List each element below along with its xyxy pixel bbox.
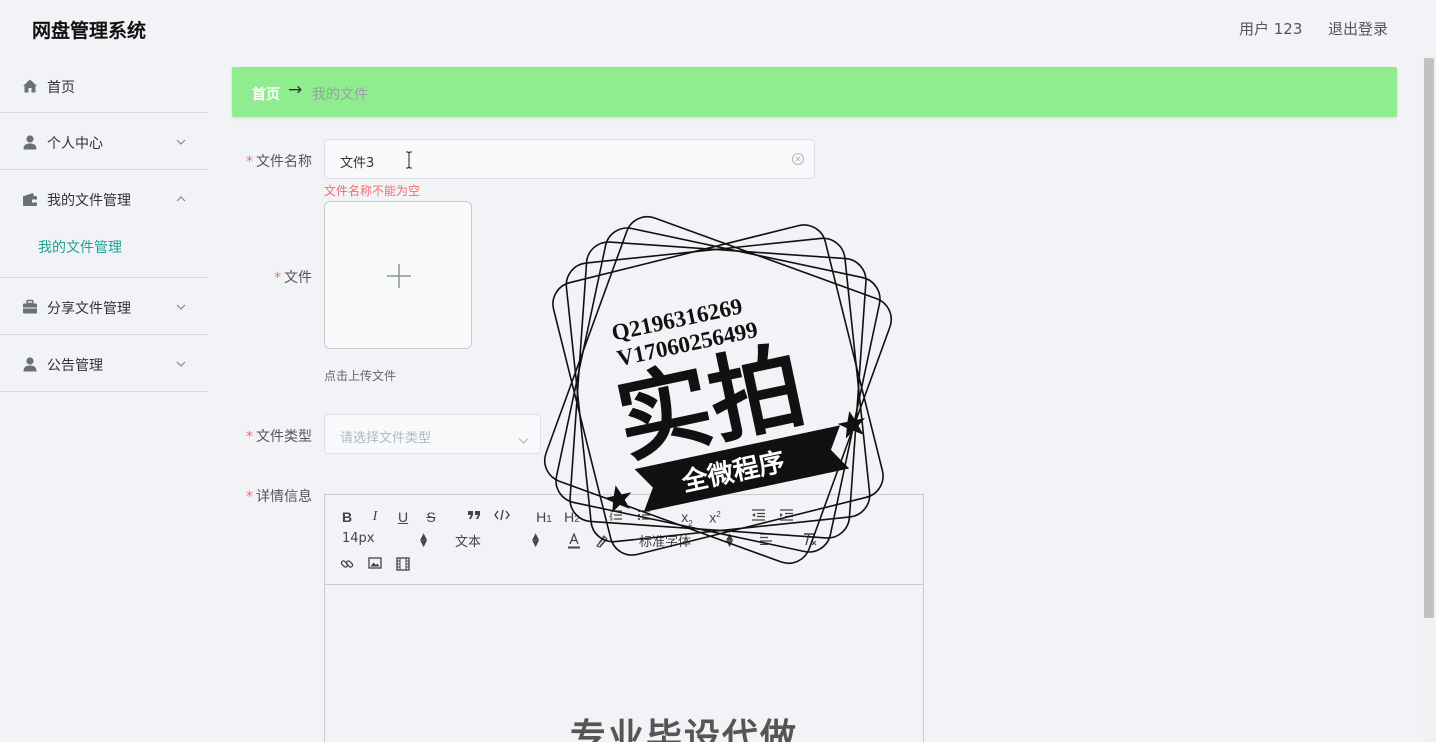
select-arrows-icon: ▲ ▼ [726, 532, 733, 549]
home-icon [22, 78, 38, 94]
blockquote-button[interactable] [463, 507, 485, 527]
breadcrumb: 首页 → 我的文件 [232, 67, 1397, 117]
chevron-down-icon [176, 357, 186, 367]
filetype-label-text: 文件类型 [256, 429, 312, 445]
text-cursor-icon [405, 151, 412, 169]
chevron-up-icon [176, 192, 186, 202]
logout-link[interactable]: 退出登录 [1328, 18, 1388, 39]
user-icon [22, 134, 38, 150]
required-mark: * [274, 270, 281, 286]
font-family-select[interactable]: 标准字体 ▲ ▼ [639, 531, 733, 551]
sidebar-item-label: 公告管理 [47, 358, 103, 374]
watermark-bottom-text: 专业毕设代做 [570, 717, 799, 742]
subscript-button[interactable]: x2 [676, 507, 698, 528]
superscript-button[interactable]: x2 [704, 505, 726, 526]
sidebar-subitem-my-files[interactable]: 我的文件管理 [0, 227, 208, 277]
sidebar-item-label: 我的文件管理 [47, 193, 131, 209]
header-select-value: 文本 [455, 535, 482, 550]
font-size-select[interactable]: 14px ▲ ▼ [342, 531, 427, 551]
details-label: * 详情信息 [232, 486, 312, 506]
sidebar-group-my-files: 我的文件管理 我的文件管理 [0, 170, 208, 278]
align-icon[interactable] [755, 531, 777, 551]
user-label: 用户 123 [1239, 20, 1303, 38]
file-label: * 文件 [232, 267, 312, 287]
watermark-line1: Q2196316269 [609, 293, 744, 345]
image-icon[interactable] [364, 555, 386, 575]
heading1-button[interactable]: H1 [533, 507, 555, 527]
sidebar-item-profile[interactable]: 个人中心 [0, 113, 208, 170]
font-size-value: 14px [342, 531, 375, 546]
wallet-icon [22, 191, 38, 207]
clear-format-icon[interactable] [799, 531, 821, 551]
select-arrows-icon: ▲ ▼ [532, 532, 539, 549]
clear-icon[interactable] [791, 151, 805, 165]
plus-icon [386, 263, 412, 289]
filetype-placeholder: 请选择文件类型 [340, 431, 432, 446]
sidebar-item-my-files[interactable]: 我的文件管理 [0, 170, 208, 227]
page-scrollbar[interactable] [1422, 56, 1436, 742]
video-icon[interactable] [392, 555, 414, 575]
sidebar-item-home[interactable]: 首页 [0, 56, 208, 113]
outdent-icon[interactable] [747, 507, 769, 527]
filename-input[interactable]: 文件3 [324, 139, 815, 179]
filename-label-text: 文件名称 [256, 154, 312, 170]
file-label-text: 文件 [284, 270, 312, 286]
underline-button[interactable]: U [392, 507, 414, 527]
bullet-list-icon[interactable] [633, 507, 655, 527]
chevron-down-icon [176, 135, 186, 145]
watermark-line2: V17060256499 [615, 317, 760, 371]
bold-button[interactable]: B [336, 507, 358, 527]
details-label-text: 详情信息 [256, 489, 312, 505]
heading2-button[interactable]: H2 [561, 507, 583, 527]
rich-text-editor: B I U S H1 H2 x2 x2 14px ▲ ▼ 文本 ▲ ▼ 标准字体… [324, 494, 924, 742]
chevron-down-icon [176, 300, 186, 310]
background-color-icon[interactable] [591, 531, 613, 551]
user-icon [22, 356, 38, 372]
text-color-icon[interactable] [563, 531, 585, 551]
filename-error: 文件名称不能为空 [324, 184, 421, 198]
app-title: 网盘管理系统 [32, 20, 147, 42]
editor-toolbar: B I U S H1 H2 x2 x2 14px ▲ ▼ 文本 ▲ ▼ 标准字体… [325, 495, 923, 585]
link-icon[interactable] [336, 555, 358, 575]
watermark-ribbon-text: 全微程序 [678, 446, 787, 498]
font-family-value: 标准字体 [639, 535, 692, 550]
select-arrows-icon: ▲ ▼ [420, 532, 427, 549]
italic-button[interactable]: I [364, 507, 386, 527]
ordered-list-icon[interactable] [605, 507, 627, 527]
indent-icon[interactable] [775, 507, 797, 527]
filename-label: * 文件名称 [232, 151, 312, 171]
breadcrumb-current: 我的文件 [312, 87, 368, 103]
briefcase-icon [22, 299, 38, 315]
sidebar-item-announcements[interactable]: 公告管理 [0, 335, 208, 392]
required-mark: * [246, 489, 253, 505]
header-select[interactable]: 文本 ▲ ▼ [455, 531, 539, 551]
file-upload-button[interactable] [324, 201, 472, 349]
chevron-down-icon [518, 430, 529, 444]
sidebar-item-label: 分享文件管理 [47, 301, 131, 317]
sidebar-item-label: 首页 [47, 80, 75, 96]
breadcrumb-home-link[interactable]: 首页 [252, 84, 280, 104]
required-mark: * [246, 154, 253, 170]
sidebar: 首页 个人中心 我的文件管理 我的文件管理 分享文件管理 公告管理 [0, 56, 208, 392]
upload-hint: 点击上传文件 [324, 369, 397, 383]
sidebar-item-label: 个人中心 [47, 136, 103, 152]
top-bar: 网盘管理系统 用户 123 退出登录 [0, 0, 1436, 56]
strike-button[interactable]: S [420, 507, 442, 527]
filename-input-value: 文件3 [340, 156, 375, 171]
sidebar-subitem-label: 我的文件管理 [38, 240, 122, 256]
breadcrumb-separator: → [288, 80, 303, 100]
watermark-main-text: 实拍 [608, 331, 815, 477]
filetype-select[interactable]: 请选择文件类型 [324, 414, 541, 454]
scrollbar-thumb[interactable] [1424, 58, 1434, 618]
code-block-icon[interactable] [491, 507, 513, 527]
sidebar-item-shared-files[interactable]: 分享文件管理 [0, 278, 208, 335]
required-mark: * [246, 429, 253, 445]
filetype-label: * 文件类型 [232, 426, 312, 446]
